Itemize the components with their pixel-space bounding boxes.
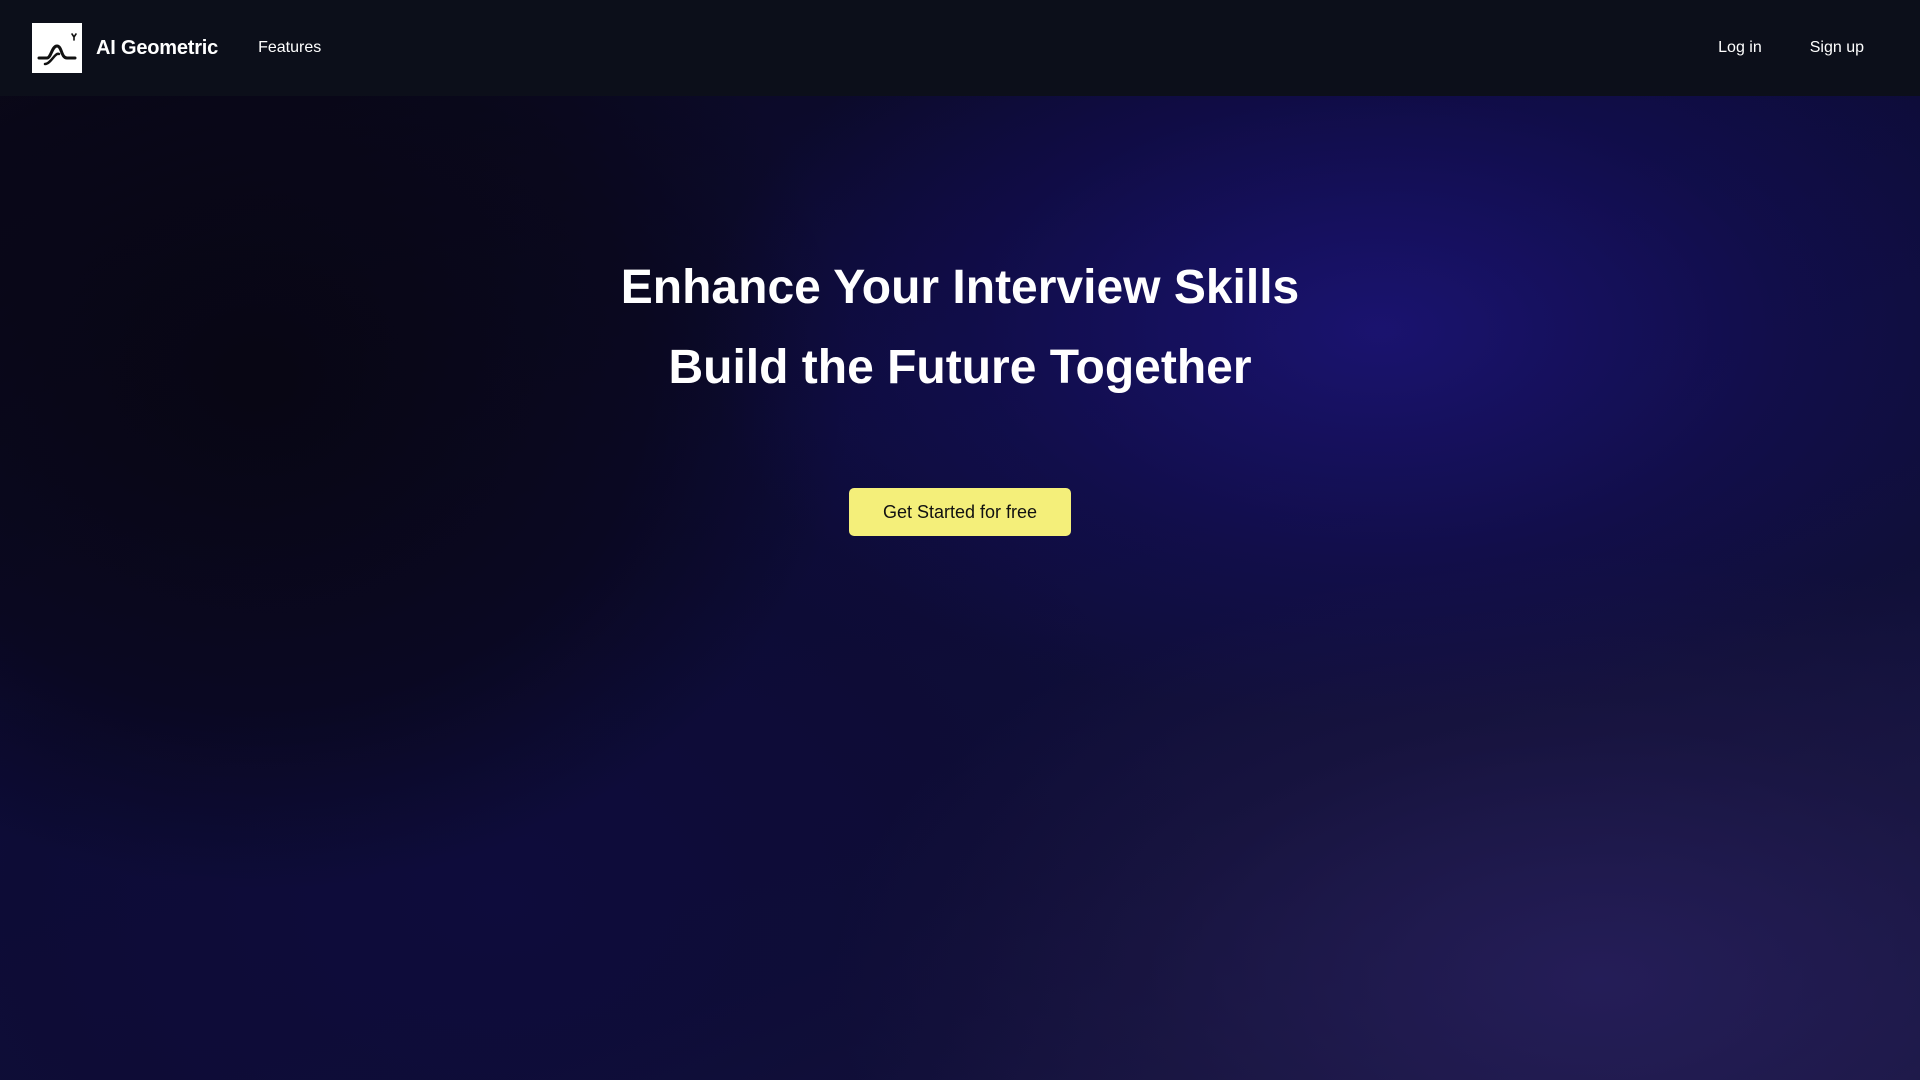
top-navbar: AI Geometric Features Log in Sign up bbox=[0, 0, 1920, 96]
signup-link[interactable]: Sign up bbox=[1810, 39, 1864, 57]
login-link[interactable]: Log in bbox=[1718, 39, 1762, 57]
brand-name[interactable]: AI Geometric bbox=[96, 37, 218, 60]
nav-link-features[interactable]: Features bbox=[258, 39, 321, 57]
hero-headline-line1: Enhance Your Interview Skills bbox=[620, 261, 1300, 314]
nav-auth-links: Log in Sign up bbox=[1718, 39, 1864, 57]
wave-curve-logo-icon bbox=[37, 33, 77, 66]
logo[interactable] bbox=[32, 23, 82, 73]
get-started-button[interactable]: Get Started for free bbox=[849, 488, 1071, 536]
hero-headline-line2: Build the Future Together bbox=[668, 341, 1252, 394]
hero-section: Enhance Your Interview Skills Build the … bbox=[0, 96, 1920, 1080]
